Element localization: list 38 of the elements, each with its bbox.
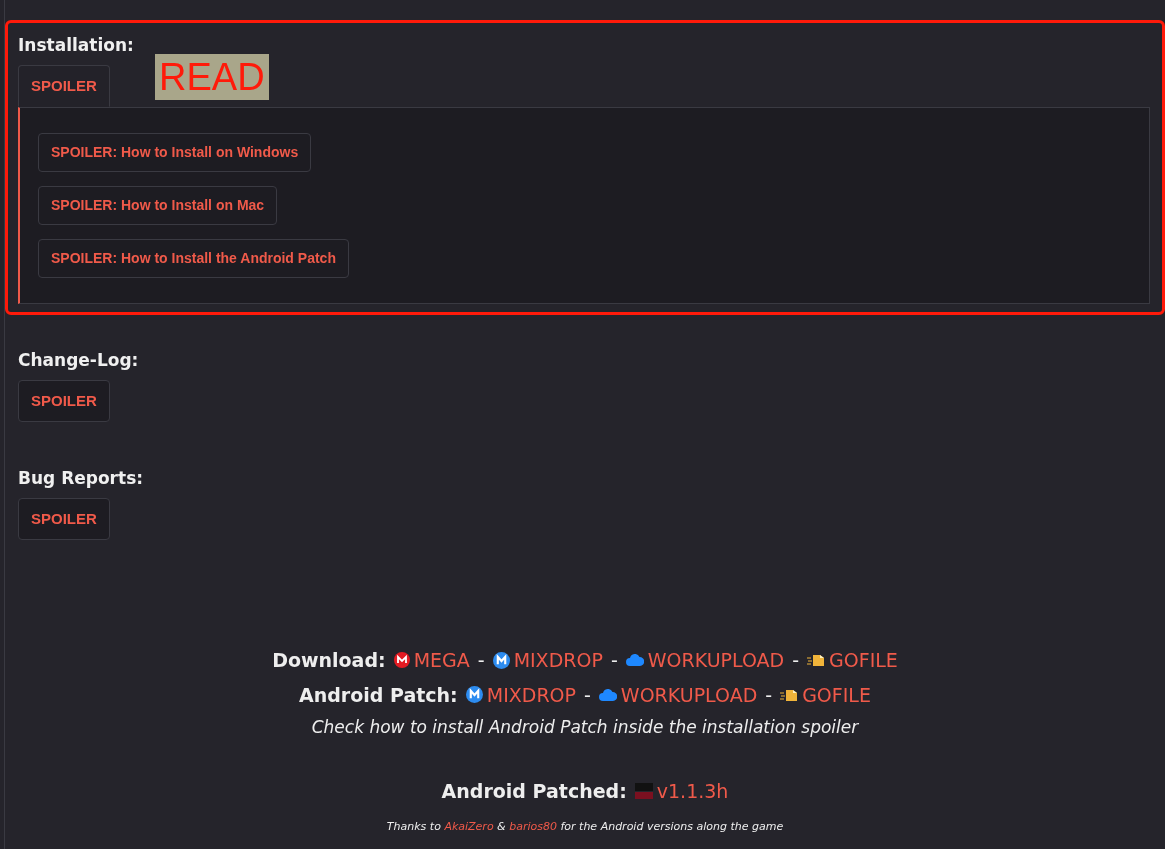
cloud-icon bbox=[598, 688, 617, 701]
install-hint: Check how to install Android Patch inside the installation spoiler bbox=[311, 716, 859, 739]
credit-link[interactable]: barios80 bbox=[509, 820, 557, 833]
annotation-label: READ bbox=[155, 54, 269, 100]
thanks-text: Thanks to AkaiZero & barios80 for the Android versions along the game bbox=[386, 819, 784, 835]
credit-link[interactable]: AkaiZero bbox=[444, 820, 494, 833]
separator-text: - bbox=[792, 648, 800, 673]
section-heading: Change-Log: bbox=[18, 349, 139, 372]
file-icon bbox=[807, 653, 826, 668]
patched-label: Android Patched: bbox=[441, 778, 627, 804]
m-circle-icon bbox=[492, 651, 510, 669]
spoiler-button[interactable]: SPOILER: How to Install on Mac bbox=[38, 186, 278, 225]
m-circle-icon bbox=[465, 686, 483, 704]
separator-text: - bbox=[765, 682, 773, 708]
logo-icon bbox=[634, 781, 653, 800]
spoiler-button[interactable]: SPOILER: How to Install on Windows bbox=[38, 133, 312, 172]
download-link[interactable]: MIXDROP bbox=[465, 680, 576, 709]
section-heading: Bug Reports: bbox=[18, 467, 144, 490]
separator-text: - bbox=[477, 648, 485, 673]
download-label: Android Patch: bbox=[299, 682, 458, 708]
section-heading: Installation: bbox=[18, 34, 134, 57]
download-link[interactable]: WORKUPLOAD bbox=[598, 680, 758, 709]
download-label: Download: bbox=[272, 648, 386, 673]
spoiler-button[interactable]: SPOILER bbox=[18, 497, 110, 540]
spoiler-button[interactable]: SPOILER bbox=[18, 64, 110, 107]
version-link[interactable]: v1.1.3h bbox=[634, 776, 729, 805]
separator-text: - bbox=[584, 682, 591, 708]
download-link[interactable]: MEGA bbox=[393, 646, 470, 675]
download-link[interactable]: MIXDROP bbox=[492, 646, 603, 675]
spoiler-button[interactable]: SPOILER: How to Install the Android Patch bbox=[38, 239, 349, 278]
separator-text: - bbox=[610, 648, 618, 673]
download-link[interactable]: WORKUPLOAD bbox=[625, 646, 785, 675]
download-link[interactable]: GOFILE bbox=[780, 680, 871, 709]
file-icon bbox=[780, 687, 799, 702]
mega-icon bbox=[393, 652, 410, 669]
download-link[interactable]: GOFILE bbox=[807, 646, 898, 675]
cloud-icon bbox=[625, 654, 644, 667]
spoiler-button[interactable]: SPOILER bbox=[18, 379, 110, 422]
